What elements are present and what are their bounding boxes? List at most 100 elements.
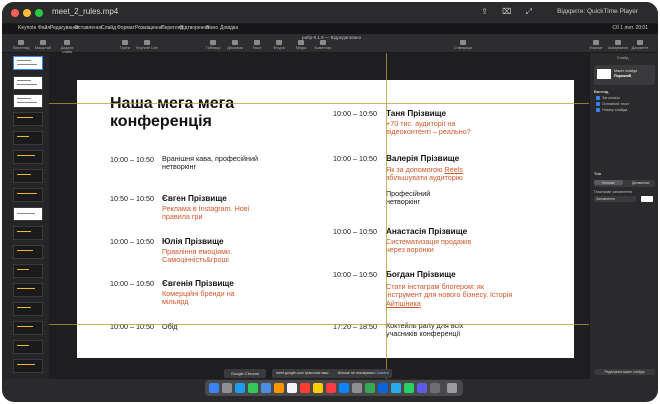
- speaker-name[interactable]: Валерія Прізвище: [386, 154, 459, 163]
- chart-button[interactable]: Діаграма: [224, 40, 246, 50]
- menu-keynote[interactable]: Keynote: [18, 25, 36, 31]
- whatsapp-icon[interactable]: [404, 383, 414, 393]
- comment-button[interactable]: Коментар: [312, 40, 334, 50]
- document-button[interactable]: Документ: [629, 40, 651, 50]
- slide-layout-picker[interactable]: Макет слайда Порожній: [594, 65, 655, 85]
- schedule-time[interactable]: 10:50 – 10:50: [110, 194, 154, 203]
- settings-icon[interactable]: [352, 383, 362, 393]
- slide-thumbnail[interactable]: [13, 264, 43, 278]
- quicktime-controls-icon[interactable]: ⇪ ⌧ ⤢: [481, 7, 538, 17]
- speaker-name[interactable]: Богдан Прізвище: [386, 270, 456, 279]
- schedule-time[interactable]: 10:00 – 10:50: [333, 154, 377, 163]
- menu-slide[interactable]: Слайд: [101, 25, 116, 31]
- telegram-icon[interactable]: [391, 383, 401, 393]
- slide-number-checkbox[interactable]: Номер слайда: [596, 108, 627, 112]
- background-dynamic-option[interactable]: Динамічне: [632, 181, 650, 185]
- messages-icon[interactable]: [248, 383, 258, 393]
- menu-window[interactable]: Вікно: [206, 25, 218, 31]
- downloads-icon[interactable]: [430, 383, 440, 393]
- speaker-name[interactable]: Євген Прізвище: [162, 194, 227, 203]
- keynote-icon[interactable]: [378, 383, 388, 393]
- fill-dropdown[interactable]: Заповнення: [594, 196, 636, 202]
- schedule-time[interactable]: 10:00 – 10:50: [110, 155, 154, 164]
- slide-thumbnail[interactable]: [13, 302, 43, 316]
- fill-color-swatch[interactable]: [641, 196, 653, 202]
- add-slide-button[interactable]: Додати слайд: [56, 40, 78, 54]
- speaker-name[interactable]: Юлія Прізвище: [162, 237, 224, 246]
- stop-share-button[interactable]: Сховати: [375, 371, 389, 375]
- slide-thumbnail[interactable]: [13, 150, 43, 164]
- background-standard-option[interactable]: Фонове: [602, 181, 615, 185]
- table-button[interactable]: Таблиця: [202, 40, 224, 50]
- talk-topic[interactable]: Правління емоціями. Самоцінність&гроші: [162, 247, 254, 265]
- slide-thumbnail[interactable]: [13, 94, 43, 108]
- menu-insert[interactable]: Вставлення: [75, 25, 102, 31]
- notes-icon[interactable]: [313, 383, 323, 393]
- title-checkbox[interactable]: Заголовок: [596, 96, 620, 100]
- schedule-item[interactable]: Професійний нетворкінг: [386, 189, 466, 207]
- slide-thumbnail[interactable]: [13, 169, 43, 183]
- format-button[interactable]: Формат: [585, 40, 607, 50]
- zoom-button[interactable]: Масштаб: [32, 40, 54, 50]
- slide-thumbnail[interactable]: [13, 226, 43, 240]
- menu-help[interactable]: Довідка: [220, 25, 238, 31]
- story-link[interactable]: Айтішника: [386, 299, 421, 308]
- slide-thumbnail[interactable]: [13, 207, 43, 221]
- speaker-name[interactable]: Таня Прізвище: [386, 109, 446, 118]
- schedule-time[interactable]: 10:00 – 10:50: [333, 109, 377, 118]
- chrome-icon[interactable]: [365, 383, 375, 393]
- talk-topic[interactable]: Реклама в Instagram. Нові правила гри: [162, 204, 272, 222]
- schedule-time[interactable]: 10:00 – 10:50: [333, 270, 377, 279]
- schedule-time[interactable]: 10:00 – 10:50: [110, 279, 154, 288]
- launchpad-icon[interactable]: [222, 383, 232, 393]
- photos-icon[interactable]: [287, 383, 297, 393]
- menu-arrange[interactable]: Розміщення: [135, 25, 163, 31]
- slide-thumbnail[interactable]: [13, 76, 43, 90]
- keynote-live-button[interactable]: Keynote Live: [136, 40, 158, 50]
- text-button[interactable]: Текст: [246, 40, 268, 50]
- trash-icon[interactable]: [447, 383, 457, 393]
- talk-topic[interactable]: Стати інстаграм блогером: як інструмент …: [386, 282, 516, 308]
- menu-file[interactable]: Файл: [38, 25, 50, 31]
- shape-button[interactable]: Фігура: [268, 40, 290, 50]
- slide-thumbnail[interactable]: [13, 283, 43, 297]
- talk-topic[interactable]: Комерційні бренди на мільярд: [162, 289, 242, 307]
- media-button[interactable]: Медіа: [290, 40, 312, 50]
- edit-slide-layout-button[interactable]: Редагувати макет слайда: [594, 369, 655, 375]
- zoom-app-icon[interactable]: [417, 383, 427, 393]
- tab-slide[interactable]: Слайд: [617, 56, 628, 60]
- menu-play[interactable]: Відтворення: [180, 25, 209, 31]
- slide[interactable]: Наша мега мега конференція 10:00 – 10:50…: [77, 80, 574, 358]
- appstore-icon[interactable]: [339, 383, 349, 393]
- talk-topic[interactable]: Систематизація продажів через воронки: [386, 237, 486, 255]
- slide-thumbnail[interactable]: [13, 359, 43, 373]
- animate-button[interactable]: Анімування: [607, 40, 629, 50]
- slide-thumbnail[interactable]: [13, 245, 43, 259]
- slide-thumbnail[interactable]: [13, 112, 43, 126]
- schedule-time[interactable]: 10:00 – 10:50: [333, 227, 377, 236]
- slide-thumbnail[interactable]: [13, 56, 43, 70]
- schedule-time[interactable]: 10:00 – 10:50: [110, 237, 154, 246]
- schedule-item[interactable]: Вранішня кава, професійний нетворкінг: [162, 154, 272, 172]
- menu-format[interactable]: Формат: [117, 25, 135, 31]
- maps-icon[interactable]: [274, 383, 284, 393]
- slide-thumbnail[interactable]: [13, 340, 43, 354]
- body-checkbox[interactable]: Основний текст: [596, 102, 630, 106]
- slide-thumbnail[interactable]: [13, 131, 43, 145]
- slide-thumbnail[interactable]: [13, 188, 43, 202]
- calendar-icon[interactable]: [300, 383, 310, 393]
- safari-icon[interactable]: [235, 383, 245, 393]
- music-icon[interactable]: [326, 383, 336, 393]
- hide-share-notice-button[interactable]: Більше не показувати: [338, 371, 374, 375]
- slide-thumbnail[interactable]: [13, 321, 43, 335]
- fullscreen-window-button[interactable]: [35, 9, 43, 17]
- talk-topic[interactable]: +70 тис. аудиторії на відеоконтенті – ре…: [386, 119, 498, 137]
- speaker-name[interactable]: Анастасія Прізвище: [386, 227, 467, 236]
- open-with-quicktime-button[interactable]: Відкрити: QuickTime Player: [557, 8, 638, 15]
- play-button[interactable]: Грати: [114, 40, 136, 50]
- view-button[interactable]: Перегляд: [10, 40, 32, 50]
- collaborate-button[interactable]: Співпраця: [452, 40, 474, 50]
- slide-canvas[interactable]: Наша мега мега конференція 10:00 – 10:50…: [49, 53, 589, 379]
- slide-title[interactable]: Наша мега мега конференція: [110, 95, 280, 131]
- talk-topic[interactable]: Як за допомогою Reels збільшувати аудито…: [386, 165, 486, 183]
